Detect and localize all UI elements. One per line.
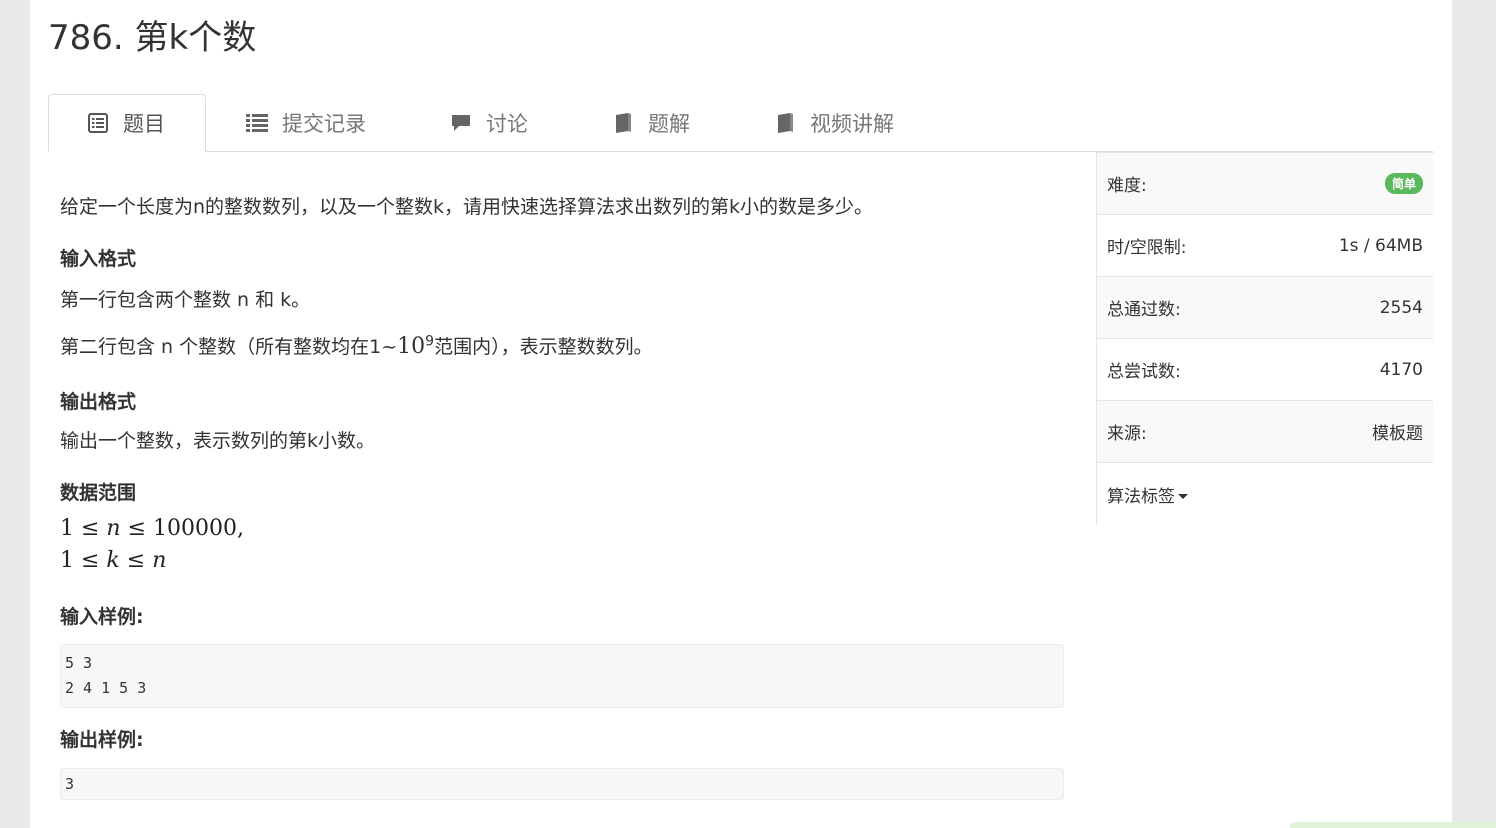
limit-value: 1s / 64MB — [1338, 235, 1423, 256]
tab-submissions-label: 提交记录 — [282, 111, 366, 136]
tab-problem-label: 题目 — [123, 112, 165, 136]
list-alt-icon — [87, 112, 109, 134]
book-icon — [612, 112, 634, 134]
power-exponent: 9 — [425, 333, 435, 350]
info-row-attempts: 总尝试数: 4170 — [1097, 339, 1433, 401]
info-row-difficulty: 难度: 简单 — [1097, 153, 1433, 215]
source-value: 模板题 — [1372, 424, 1423, 444]
page-title: 786. 第k个数 — [48, 18, 257, 58]
info-row-source: 来源: 模板题 — [1097, 401, 1433, 463]
problem-description: 给定一个长度为n的整数数列，以及一个整数k，请用快速选择算法求出数列的第k小的数… — [60, 196, 874, 218]
tab-video[interactable]: 视频讲解 — [774, 94, 894, 151]
data-range-heading: 数据范围 — [60, 482, 137, 504]
sample-input-heading: 输入样例: — [60, 606, 144, 628]
difficulty-label: 难度: — [1107, 176, 1147, 196]
source-label: 来源: — [1107, 424, 1147, 444]
data-range-line-1: 1 ≤ n ≤ 100000, — [60, 516, 244, 541]
output-format-heading: 输出格式 — [60, 391, 137, 413]
comment-icon — [450, 112, 472, 134]
attempts-value: 4170 — [1379, 359, 1423, 380]
sample-input-block: 5 3 2 4 1 5 3 — [60, 644, 1064, 708]
input-format-line-1: 第一行包含两个整数 n 和 k。 — [60, 289, 311, 311]
tab-problem[interactable]: 题目 — [48, 94, 206, 152]
tab-bar: 题目 提交记录 讨论 题解 视频讲解 — [48, 94, 1433, 152]
tab-video-label: 视频讲解 — [810, 111, 894, 136]
tab-submissions[interactable]: 提交记录 — [246, 94, 366, 151]
sample-output-block: 3 — [60, 768, 1064, 800]
input-format-heading: 输入格式 — [60, 248, 137, 270]
list-icon — [246, 112, 268, 134]
passed-value: 2554 — [1379, 297, 1423, 318]
data-range-line-2: 1 ≤ k ≤ n — [60, 548, 167, 573]
output-format-line: 输出一个整数，表示数列的第k小数。 — [60, 430, 376, 452]
limit-label: 时/空限制: — [1107, 238, 1187, 258]
attempts-label: 总尝试数: — [1107, 362, 1181, 382]
difficulty-badge: 简单 — [1384, 173, 1423, 194]
tab-discussion[interactable]: 讨论 — [450, 94, 528, 151]
algorithm-tags-toggle[interactable]: 算法标签 — [1107, 482, 1188, 507]
floating-widget-edge — [1290, 822, 1496, 828]
info-row-passed: 总通过数: 2554 — [1097, 277, 1433, 339]
tab-discussion-label: 讨论 — [486, 111, 528, 136]
book-icon — [774, 112, 796, 134]
caret-down-icon — [1178, 494, 1188, 499]
power-base: 10 — [397, 334, 426, 359]
passed-label: 总通过数: — [1107, 300, 1181, 320]
tab-solutions[interactable]: 题解 — [612, 94, 690, 151]
info-row-tags: 算法标签 — [1097, 463, 1433, 525]
sample-output-heading: 输出样例: — [60, 729, 144, 751]
algorithm-tags-label: 算法标签 — [1107, 486, 1175, 507]
info-row-limit: 时/空限制: 1s / 64MB — [1097, 215, 1433, 277]
tab-solutions-label: 题解 — [648, 111, 690, 136]
problem-info-sidebar: 难度: 简单 时/空限制: 1s / 64MB 总通过数: 2554 总尝试数:… — [1096, 152, 1434, 525]
input-format-line-2: 第二行包含 n 个整数（所有整数均在1~109范围内），表示整数数列。 — [60, 333, 653, 359]
